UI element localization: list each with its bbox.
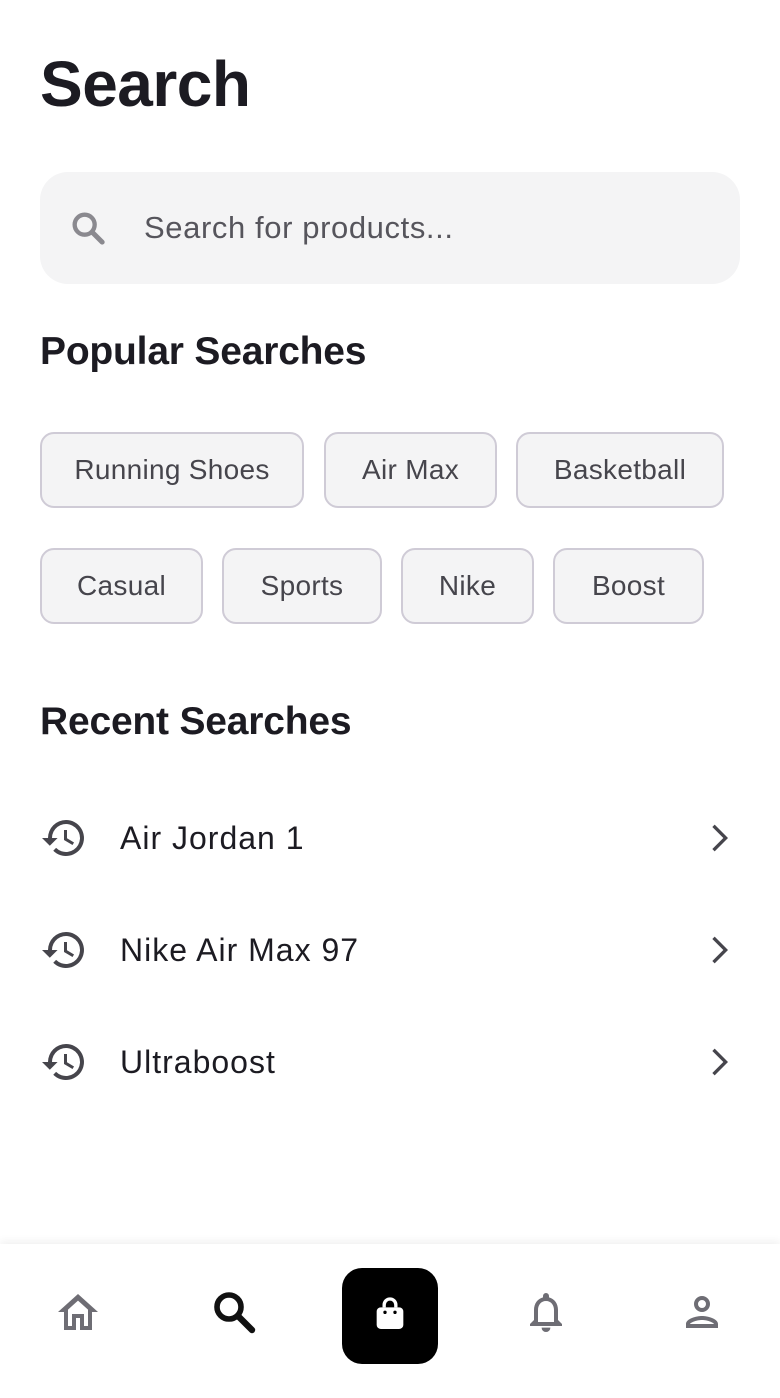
home-icon (54, 1288, 102, 1341)
bell-icon (522, 1288, 570, 1341)
recent-item-label: Nike Air Max 97 (120, 931, 360, 968)
history-icon (40, 1038, 88, 1086)
history-icon (40, 814, 88, 862)
chevron-right-icon[interactable] (698, 1042, 738, 1082)
history-icon (40, 926, 88, 974)
recent-item[interactable]: Ultraboost (40, 1012, 740, 1112)
search-icon (210, 1288, 258, 1341)
profile-icon (678, 1288, 726, 1341)
nav-notifications[interactable] (522, 1290, 570, 1338)
nav-search[interactable] (210, 1290, 258, 1338)
chip-nike[interactable]: Nike (401, 548, 534, 624)
chip-basketball[interactable]: Basketball (516, 432, 724, 508)
recent-item[interactable]: Air Jordan 1 (40, 788, 740, 888)
chip-boost[interactable]: Boost (553, 548, 704, 624)
page-title: Search (40, 48, 251, 120)
nav-cart-button[interactable] (342, 1268, 438, 1364)
chevron-right-icon[interactable] (698, 930, 738, 970)
popular-searches-title: Popular Searches (40, 330, 367, 373)
recent-searches-title: Recent Searches (40, 700, 352, 743)
recent-item-label: Air Jordan 1 (120, 819, 305, 856)
nav-home[interactable] (54, 1290, 102, 1338)
chip-casual[interactable]: Casual (40, 548, 203, 624)
search-bar[interactable] (40, 172, 740, 284)
chip-running-shoes[interactable]: Running Shoes (40, 432, 304, 508)
chevron-right-icon[interactable] (698, 818, 738, 858)
shopping-bag-icon (370, 1294, 410, 1339)
nav-profile[interactable] (678, 1290, 726, 1338)
search-icon (68, 208, 108, 248)
recent-item-label: Ultraboost (120, 1043, 276, 1080)
recent-item[interactable]: Nike Air Max 97 (40, 900, 740, 1000)
chip-sports[interactable]: Sports (222, 548, 382, 624)
search-screen: Search Popular Searches Running Shoes Ai… (0, 0, 780, 1398)
chip-air-max[interactable]: Air Max (324, 432, 497, 508)
search-input[interactable] (144, 198, 704, 258)
